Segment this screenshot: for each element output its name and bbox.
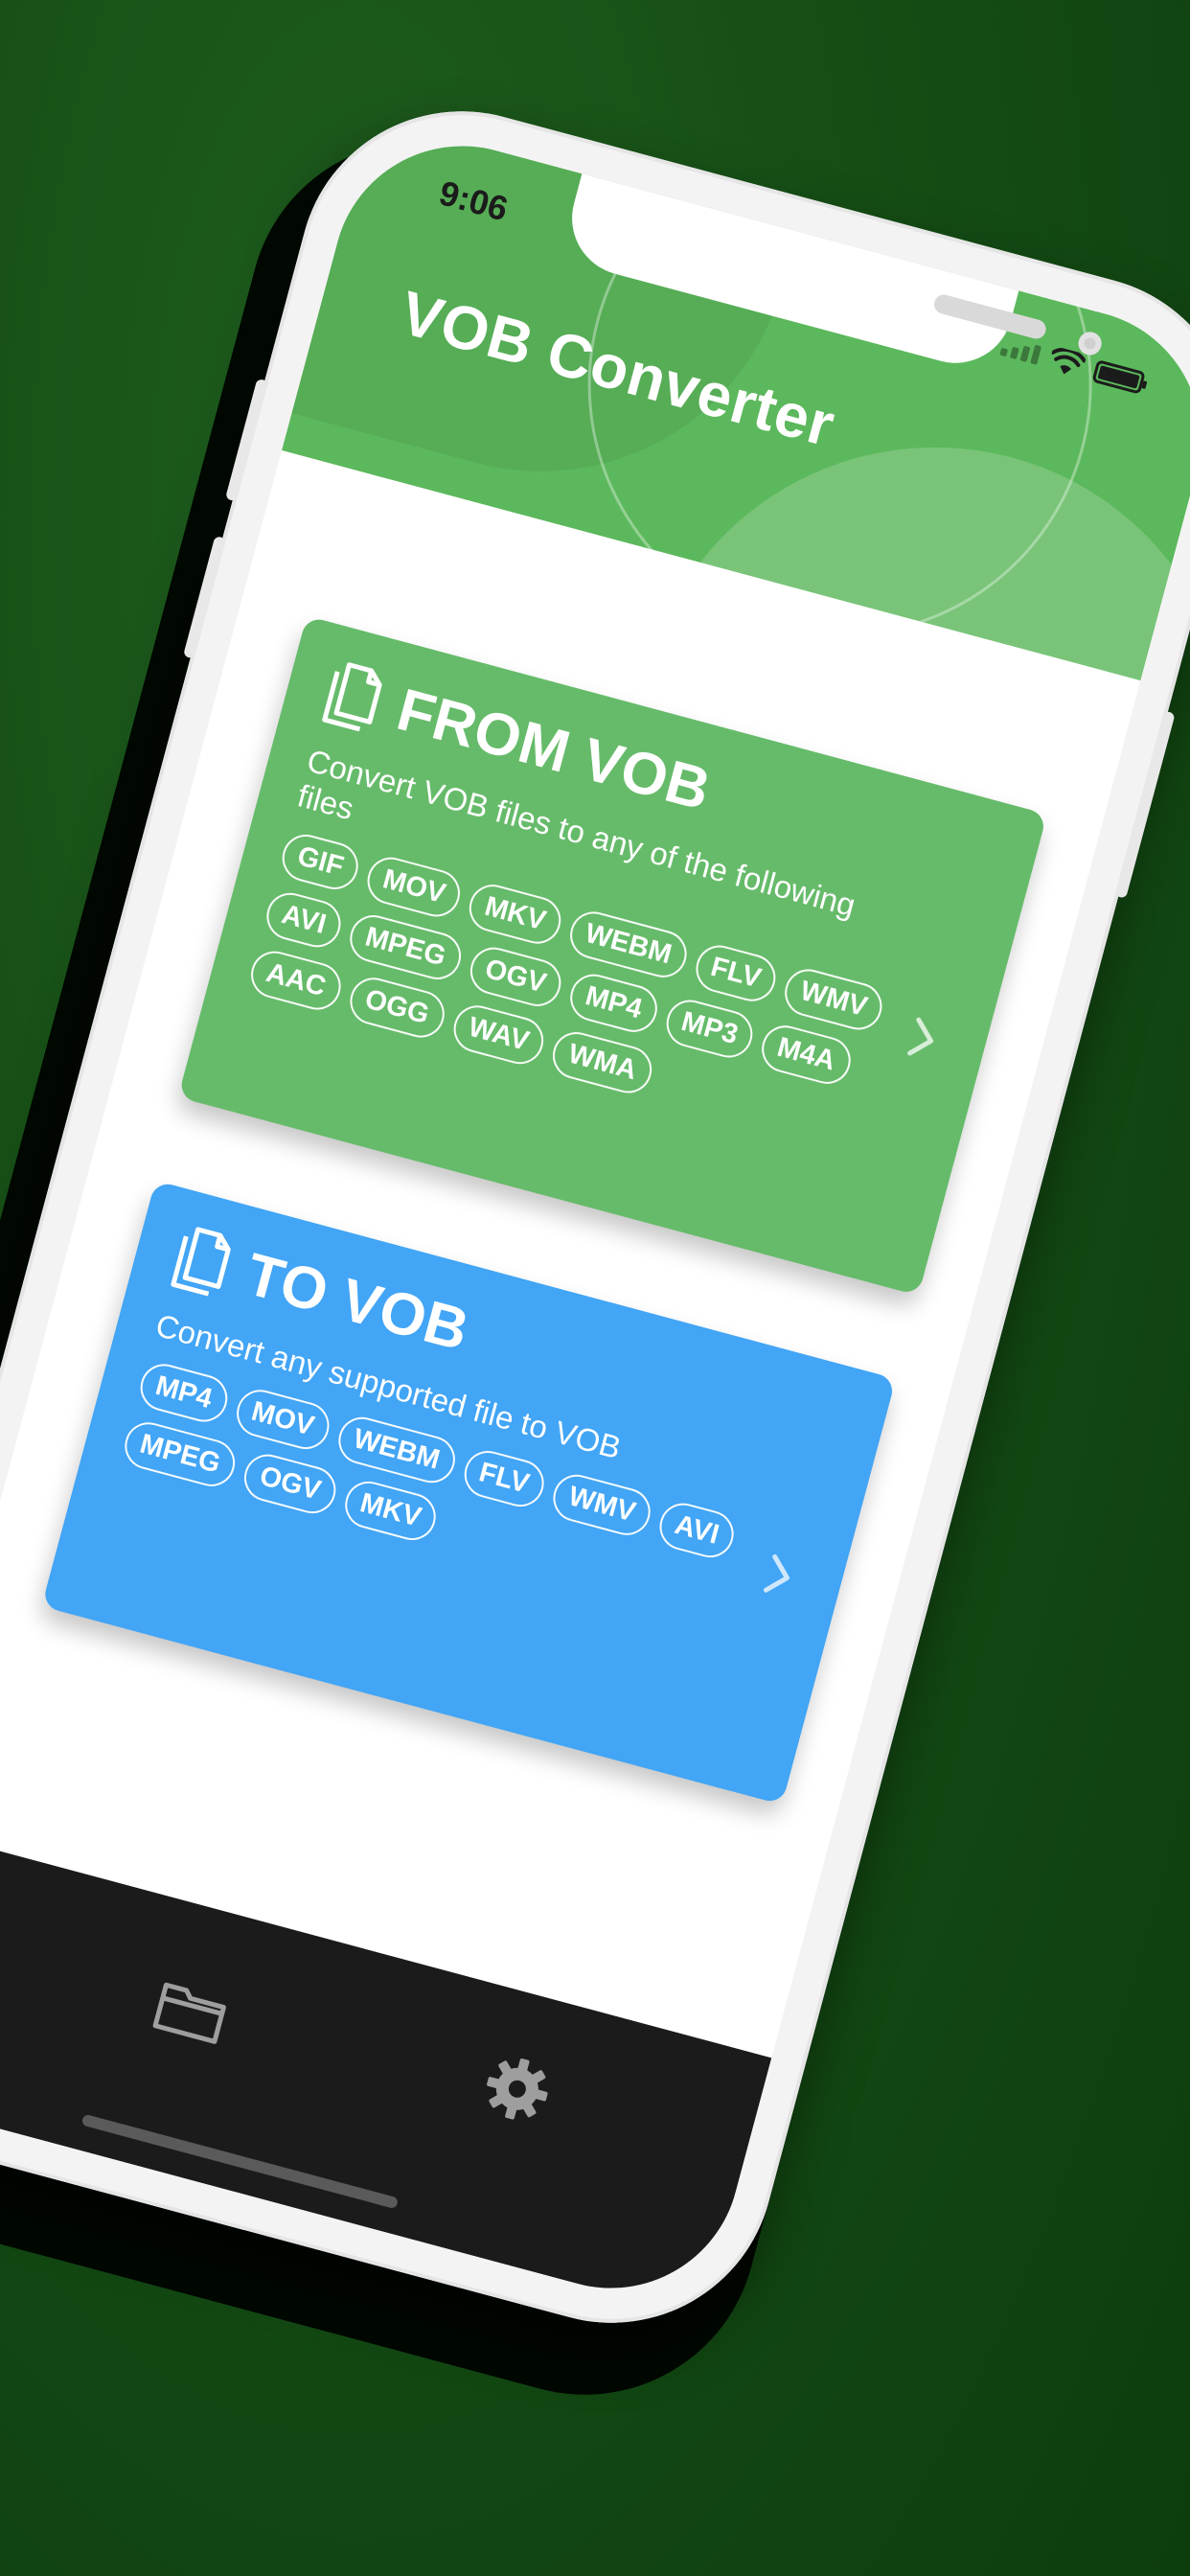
- format-tag: MOV: [362, 852, 466, 922]
- format-tag: FLV: [458, 1445, 550, 1512]
- app-screen: 9:06 VOB Converter FROM VOB Convert VOB …: [0, 117, 1190, 2317]
- copy-file-icon: [322, 662, 382, 732]
- format-tag: MOV: [231, 1384, 334, 1455]
- app-header: 9:06 VOB Converter: [282, 117, 1190, 681]
- format-tag: OGG: [344, 972, 449, 1043]
- battery-icon: [1091, 359, 1146, 395]
- format-tag: OGV: [465, 941, 566, 1012]
- format-tag: AVI: [654, 1498, 740, 1563]
- phone-frame: 9:06 VOB Converter FROM VOB Convert VOB …: [0, 75, 1190, 2359]
- format-tag: WMA: [547, 1026, 657, 1098]
- format-tag: AAC: [245, 946, 346, 1015]
- format-tag: WMV: [548, 1469, 656, 1541]
- format-tag: MKV: [464, 879, 566, 949]
- copy-file-icon: [171, 1227, 231, 1297]
- format-tag: MP3: [660, 994, 759, 1063]
- format-tag: WEBM: [564, 906, 692, 983]
- phone-mockup: 9:06 VOB Converter FROM VOB Convert VOB …: [0, 75, 1190, 2434]
- format-tag: FLV: [690, 939, 782, 1007]
- format-tag: OGV: [239, 1449, 341, 1519]
- from-vob-card[interactable]: FROM VOB Convert VOB files to any of the…: [177, 615, 1047, 1296]
- cellular-signal-icon: [999, 336, 1042, 365]
- format-tag: GIF: [277, 829, 364, 895]
- gear-icon[interactable]: [470, 2042, 564, 2136]
- format-tag: MPEG: [119, 1416, 240, 1492]
- home-indicator: [80, 2113, 400, 2210]
- format-tag: WAV: [447, 1000, 550, 1070]
- chevron-right-icon: [907, 1017, 934, 1056]
- format-tag: WMV: [780, 963, 888, 1035]
- format-tag: MPEG: [345, 909, 467, 985]
- format-tag: WEBM: [332, 1412, 460, 1488]
- format-tag: MP4: [564, 969, 663, 1038]
- format-tag: AVI: [261, 887, 347, 953]
- to-vob-card[interactable]: TO VOB Convert any supported file to VOB…: [41, 1180, 897, 1806]
- chevron-right-icon: [763, 1553, 790, 1593]
- folder-icon[interactable]: [144, 1965, 238, 2058]
- format-tag: MKV: [339, 1476, 442, 1546]
- format-tag: MP4: [135, 1358, 233, 1427]
- format-tag: M4A: [757, 1020, 856, 1090]
- promo-scene: 9:06 VOB Converter FROM VOB Convert VOB …: [0, 0, 1190, 2576]
